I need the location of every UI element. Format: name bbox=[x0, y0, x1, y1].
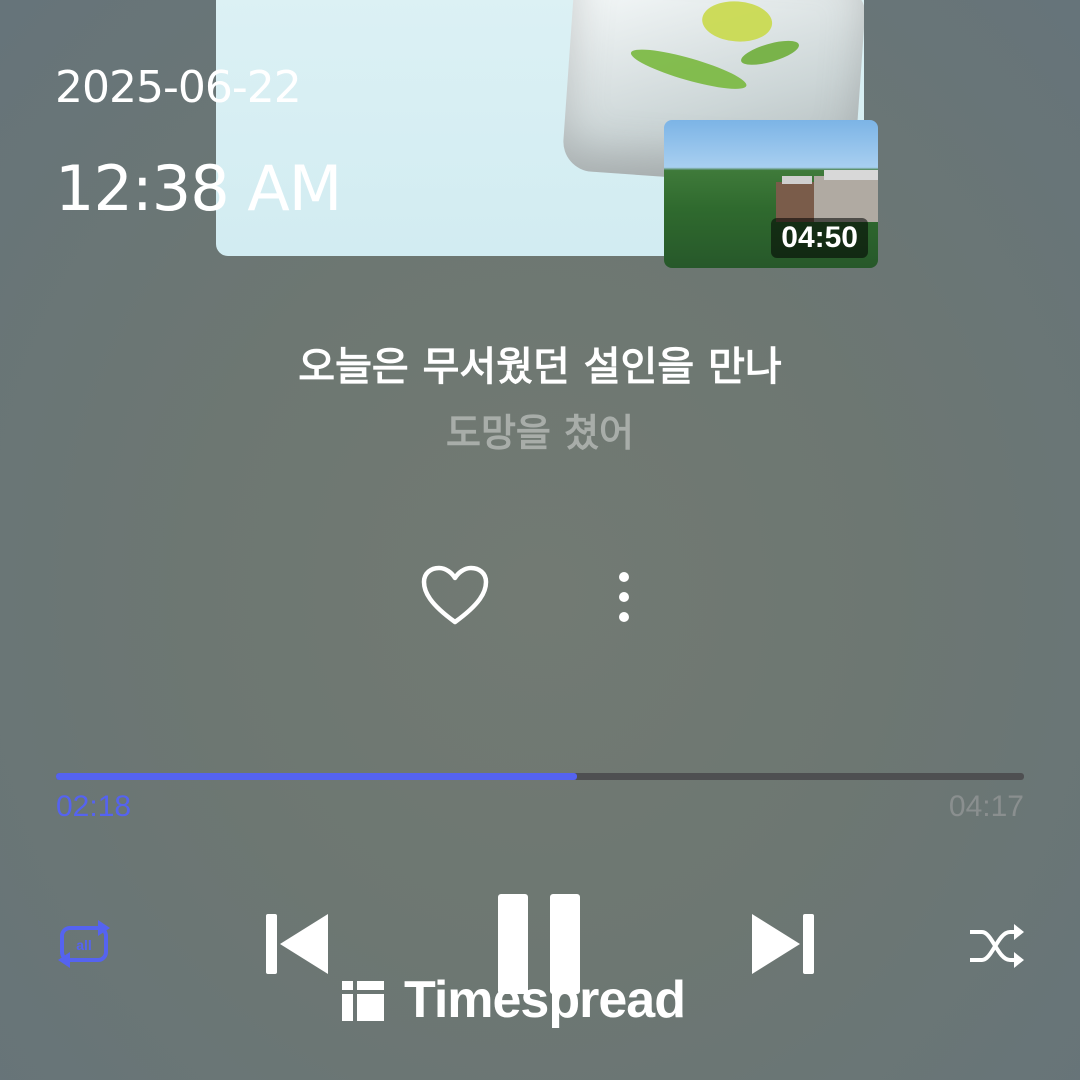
track-title: 오늘은 무서웠던 설인을 만나 bbox=[298, 344, 782, 390]
video-thumbnail[interactable]: 04:50 bbox=[664, 120, 878, 268]
watermark-text: Timespread bbox=[404, 971, 686, 1029]
progress-bar-fill bbox=[56, 773, 577, 780]
shuffle-icon[interactable] bbox=[968, 924, 1024, 972]
status-date: 2025-06-22 bbox=[55, 62, 302, 113]
track-artist[interactable]: 도망을 쳤어 bbox=[0, 402, 1080, 457]
skip-next-icon[interactable] bbox=[750, 912, 816, 980]
progress-bar[interactable] bbox=[56, 773, 1024, 780]
repeat-all-icon[interactable]: all bbox=[56, 918, 112, 976]
skip-previous-icon[interactable] bbox=[264, 912, 330, 980]
watermark: Timespread bbox=[340, 971, 686, 1029]
video-duration-badge: 04:50 bbox=[771, 218, 868, 258]
watermark-logo-icon bbox=[342, 981, 384, 1021]
heart-icon[interactable] bbox=[420, 564, 490, 632]
elapsed-time: 02:18 bbox=[56, 790, 132, 823]
status-time: 12:38 AM bbox=[55, 152, 342, 225]
more-vertical-icon[interactable] bbox=[614, 570, 634, 630]
svg-text:all: all bbox=[76, 937, 92, 953]
total-time: 04:17 bbox=[948, 790, 1024, 823]
